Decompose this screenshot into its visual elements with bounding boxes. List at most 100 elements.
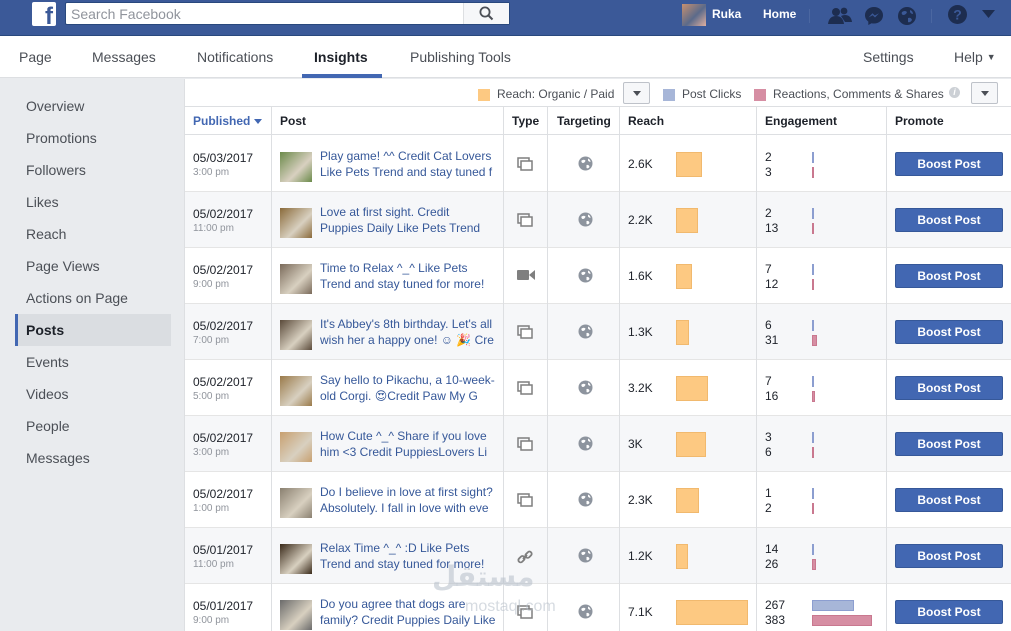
column-header-engagement[interactable]: Engagement (765, 114, 837, 128)
boost-post-button[interactable]: Boost Post (895, 544, 1003, 568)
search-button[interactable] (463, 3, 509, 24)
post-thumbnail[interactable] (280, 600, 312, 630)
post-thumbnail[interactable] (280, 208, 312, 238)
boost-post-button[interactable]: Boost Post (895, 208, 1003, 232)
post-clicks-value: 267 (765, 598, 786, 612)
sidebar-item-events[interactable]: Events (15, 346, 171, 378)
post-thumbnail[interactable] (280, 488, 312, 518)
globe-icon[interactable] (897, 6, 917, 26)
sidebar-item-page-views[interactable]: Page Views (15, 250, 171, 282)
post-text-link[interactable]: Time to Relax ^_^ Like Pets Trend and st… (320, 260, 496, 294)
published-time: 11:00 pm (193, 223, 234, 234)
post-text-link[interactable]: How Cute ^_^ Share if you love him <3 Cr… (320, 428, 496, 462)
reactions-bar (812, 223, 814, 234)
sidebar-item-promotions[interactable]: Promotions (15, 122, 171, 154)
sidebar-item-actions-on-page[interactable]: Actions on Page (15, 282, 171, 314)
post-clicks-value: 2 (765, 206, 772, 220)
boost-post-button[interactable]: Boost Post (895, 432, 1003, 456)
sidebar-item-overview[interactable]: Overview (15, 90, 171, 122)
post-text-link[interactable]: Say hello to Pikachu, a 10-week-old Corg… (320, 372, 496, 406)
post-clicks-value: 14 (765, 542, 779, 556)
column-header-published[interactable]: Published (193, 114, 250, 128)
top-navigation-bar: f Ruka Home ? (0, 0, 1011, 36)
sidebar-item-followers[interactable]: Followers (15, 154, 171, 186)
sidebar-item-videos[interactable]: Videos (15, 378, 171, 410)
post-thumbnail[interactable] (280, 152, 312, 182)
column-header-reach[interactable]: Reach (628, 114, 664, 128)
friends-icon[interactable] (828, 7, 852, 25)
published-time: 3:00 pm (193, 167, 230, 178)
messenger-icon[interactable] (864, 6, 884, 26)
table-row[interactable]: 05/02/2017 11:00 pm Love at first sight. C… (185, 192, 1011, 248)
boost-post-button[interactable]: Boost Post (895, 264, 1003, 288)
table-row[interactable]: 05/02/2017 1:00 pm Do I believe in love at… (185, 472, 1011, 528)
legend-reactions: Reactions, Comments & Shares (773, 87, 944, 101)
post-thumbnail[interactable] (280, 320, 312, 350)
post-text-link[interactable]: Love at first sight. Credit Puppies Dail… (320, 204, 496, 238)
reach-value: 1.3K (628, 325, 653, 339)
search-input[interactable] (66, 3, 466, 24)
sidebar-item-likes[interactable]: Likes (15, 186, 171, 218)
boost-post-button[interactable]: Boost Post (895, 376, 1003, 400)
reach-bar (676, 432, 706, 457)
caret-down-icon[interactable] (982, 10, 995, 19)
sidebar-item-messages[interactable]: Messages (15, 442, 171, 474)
reactions-value: 383 (765, 613, 786, 627)
tab-settings[interactable]: Settings (863, 49, 914, 65)
post-thumbnail[interactable] (280, 264, 312, 294)
table-row[interactable]: 05/01/2017 11:00 pm Relax Time ^_^ :D Like… (185, 528, 1011, 584)
info-icon[interactable]: i (949, 87, 960, 98)
table-row[interactable]: 05/02/2017 9:00 pm Time to Relax ^_^ Like … (185, 248, 1011, 304)
reach-metric-dropdown[interactable] (623, 82, 650, 104)
post-clicks-value: 2 (765, 150, 772, 164)
table-row[interactable]: 05/02/2017 3:00 pm How Cute ^_^ Share if y… (185, 416, 1011, 472)
published-time: 11:00 pm (193, 559, 234, 570)
column-divider (271, 107, 272, 631)
insights-sidebar: Overview Promotions Followers Likes Reac… (0, 79, 183, 631)
post-text-link[interactable]: It's Abbey's 8th birthday. Let's all wis… (320, 316, 496, 350)
column-divider (547, 107, 548, 631)
published-date: 05/03/2017 (193, 151, 254, 165)
tab-notifications[interactable]: Notifications (197, 49, 273, 65)
caret-down-icon: ▼ (986, 52, 996, 62)
post-thumbnail[interactable] (280, 544, 312, 574)
public-globe-icon (578, 604, 593, 622)
post-clicks-value: 1 (765, 486, 772, 500)
table-row[interactable]: 05/03/2017 3:00 pm Play game! ^^ Credit Ca… (185, 136, 1011, 192)
engagement-metric-dropdown[interactable] (971, 82, 998, 104)
sidebar-item-posts[interactable]: Posts (15, 314, 171, 346)
column-divider (756, 107, 757, 631)
table-row[interactable]: 05/01/2017 9:00 pm Do you agree that dogs … (185, 584, 1011, 631)
public-globe-icon (578, 492, 593, 510)
album-icon (517, 325, 533, 342)
tab-insights[interactable]: Insights (314, 49, 368, 65)
sidebar-item-reach[interactable]: Reach (15, 218, 171, 250)
post-clicks-value: 6 (765, 318, 772, 332)
tab-help[interactable]: Help ▼ (954, 49, 996, 65)
boost-post-button[interactable]: Boost Post (895, 600, 1003, 624)
tab-page[interactable]: Page (19, 49, 52, 65)
public-globe-icon (578, 436, 593, 454)
tab-messages[interactable]: Messages (92, 49, 156, 65)
boost-post-button[interactable]: Boost Post (895, 152, 1003, 176)
post-clicks-bar (812, 264, 814, 275)
published-date: 05/02/2017 (193, 263, 254, 277)
boost-post-button[interactable]: Boost Post (895, 320, 1003, 344)
reactions-bar (812, 559, 816, 570)
home-link[interactable]: Home (763, 7, 796, 21)
reach-bar (676, 152, 702, 177)
post-text-link[interactable]: Do I believe in love at first sight? Abs… (320, 484, 496, 518)
help-icon[interactable]: ? (947, 4, 968, 25)
boost-post-button[interactable]: Boost Post (895, 488, 1003, 512)
sort-desc-icon[interactable] (254, 119, 262, 124)
post-text-link[interactable]: Play game! ^^ Credit Cat Lovers Like Pet… (320, 148, 496, 182)
facebook-logo[interactable]: f (32, 2, 56, 26)
post-thumbnail[interactable] (280, 376, 312, 406)
table-row[interactable]: 05/02/2017 5:00 pm Say hello to Pikachu, a… (185, 360, 1011, 416)
sidebar-item-people[interactable]: People (15, 410, 171, 442)
table-row[interactable]: 05/02/2017 7:00 pm It's Abbey's 8th birthd… (185, 304, 1011, 360)
post-clicks-bar (812, 208, 814, 219)
post-thumbnail[interactable] (280, 432, 312, 462)
tab-publishing-tools[interactable]: Publishing Tools (410, 49, 511, 65)
video-icon (517, 269, 535, 284)
